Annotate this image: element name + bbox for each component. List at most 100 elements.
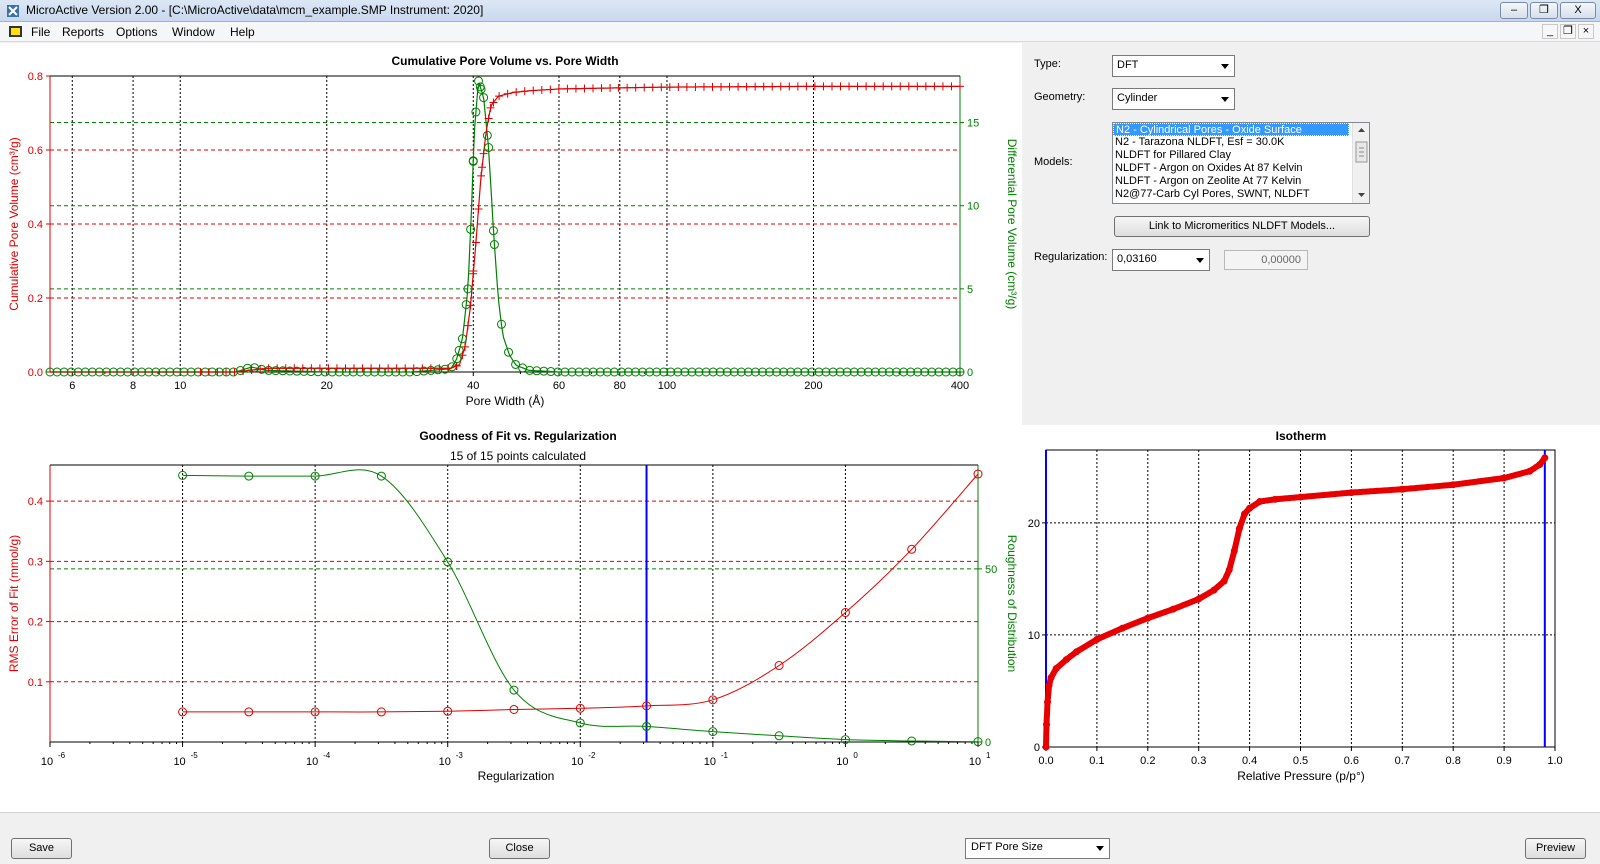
data-point-marker <box>580 84 589 93</box>
link-nldft-models-button[interactable]: Link to Micromeritics NLDFT Models... <box>1114 216 1370 237</box>
data-point-marker <box>1042 743 1050 751</box>
regularization-value-field[interactable]: 0,00000 <box>1224 250 1308 270</box>
data-point-marker <box>785 82 794 91</box>
data-point-marker <box>1118 624 1126 632</box>
data-point-marker <box>802 82 811 91</box>
menu-file[interactable]: File <box>31 25 50 39</box>
geometry-select-value: Cylinder <box>1117 92 1158 104</box>
data-point-marker <box>529 86 538 95</box>
y2-axis-label: Differential Pore Volume (cm³/g) <box>1005 139 1019 310</box>
data-point-marker <box>717 82 726 91</box>
isotherm-chart-panel: Isotherm 0.0 0.1 0.2 0.3 0.4 0.5 0.6 0.7 0.8 0.9 1.… <box>1007 425 1600 812</box>
model-item[interactable]: N2 - Tarazona NLDFT, Esf = 30.0K <box>1113 136 1369 149</box>
x-axis-label: Pore Width (Å) <box>466 393 545 408</box>
data-point-marker <box>810 82 819 91</box>
data-point-marker <box>367 364 376 373</box>
mdi-close-button[interactable]: × <box>1578 24 1594 39</box>
mdi-minimize-button[interactable]: _ <box>1542 24 1558 39</box>
type-label: Type: <box>1034 58 1061 70</box>
x-tick-label: 0.4 <box>1242 755 1257 767</box>
data-point-marker <box>332 364 341 373</box>
document-icon[interactable] <box>9 26 22 37</box>
data-point-marker <box>751 82 760 91</box>
x-tick-label: 10 <box>836 756 848 768</box>
data-point-marker <box>1536 461 1544 469</box>
model-item[interactable]: N2@77-Carb Cyl Pores, SWNT, NLDFT <box>1113 188 1369 201</box>
geometry-select[interactable]: Cylinder <box>1112 88 1235 110</box>
pore-volume-chart: Cumulative Pore Volume vs. Pore Width 6 8 1… <box>7 54 1019 408</box>
models-listbox[interactable]: N2 - Cylindrical Pores - Oxide Surface N… <box>1112 122 1370 204</box>
data-point-marker <box>708 82 717 91</box>
x-tick-label: 0.2 <box>1140 755 1155 767</box>
close-window-button[interactable]: X <box>1560 2 1596 19</box>
model-item[interactable]: NLDFT - Argon on Oxides At 87 Kelvin <box>1113 162 1369 175</box>
x-tick-label: 0.9 <box>1496 755 1511 767</box>
data-point-marker <box>725 82 734 91</box>
data-point-marker <box>401 364 410 373</box>
y2-tick-label: 0 <box>985 737 991 749</box>
x-tick-label: 10 <box>173 756 185 768</box>
data-point-marker <box>870 82 879 91</box>
save-button[interactable]: Save <box>11 838 72 859</box>
data-point-marker <box>648 83 657 92</box>
app-icon <box>7 5 19 17</box>
data-point-marker <box>1093 635 1101 643</box>
data-point-marker <box>793 82 802 91</box>
data-point-marker <box>1230 547 1238 555</box>
menu-help[interactable]: Help <box>230 25 255 39</box>
regularization-select[interactable]: 0,03160 <box>1112 249 1210 271</box>
x-axis-label: Regularization <box>478 769 555 783</box>
y2-tick-label: 15 <box>967 118 979 130</box>
data-point-marker <box>1235 524 1243 532</box>
data-point-marker <box>1241 510 1249 518</box>
data-point-marker <box>887 82 896 91</box>
regularization-label: Regularization: <box>1034 251 1108 263</box>
y-tick-label: 0.4 <box>28 496 43 508</box>
data-point-marker <box>1195 595 1203 603</box>
data-point-marker <box>956 82 964 91</box>
data-point-marker <box>606 84 615 93</box>
data-point-marker <box>1398 485 1406 493</box>
x-tick-label: 0.0 <box>1038 755 1053 767</box>
mdi-restore-button[interactable]: ❐ <box>1560 24 1576 39</box>
x-tick-label: 60 <box>553 380 565 392</box>
data-point-marker <box>196 368 205 376</box>
model-item[interactable]: N2 - Cylindrical Pores - Oxide Surface <box>1113 123 1349 136</box>
menu-options[interactable]: Options <box>116 25 157 39</box>
model-item[interactable]: NLDFT for Pillared Clay <box>1113 149 1369 162</box>
data-point-marker <box>474 204 483 213</box>
data-point-marker <box>554 84 563 93</box>
x-tick-label: 6 <box>69 380 75 392</box>
models-scrollbar[interactable] <box>1352 123 1369 203</box>
chevron-down-icon <box>1221 97 1229 102</box>
data-point-marker <box>742 82 751 91</box>
model-item[interactable]: NLDFT - Argon on Zeolite At 77 Kelvin <box>1113 175 1369 188</box>
data-point-marker <box>699 82 708 91</box>
data-point-marker <box>879 82 888 91</box>
data-point-marker <box>836 82 845 91</box>
close-button[interactable]: Close <box>489 838 550 859</box>
data-point-marker <box>597 84 606 93</box>
goodness-of-fit-chart: Goodness of Fit vs. Regularization 15 of … <box>7 429 1019 783</box>
data-point-marker <box>1169 605 1177 613</box>
menu-window[interactable]: Window <box>172 25 215 39</box>
data-point-marker <box>1347 489 1355 497</box>
type-select[interactable]: DFT <box>1112 55 1235 77</box>
menu-bar: File Reports Options Window Help <box>0 22 1600 42</box>
menu-reports[interactable]: Reports <box>62 25 104 39</box>
data-point-marker <box>315 364 324 373</box>
data-point-marker <box>1297 493 1304 501</box>
data-point-marker <box>537 86 546 95</box>
restore-button[interactable]: ❐ <box>1530 2 1558 19</box>
report-select[interactable]: DFT Pore Size <box>965 838 1110 859</box>
chart-title: Isotherm <box>1276 429 1327 443</box>
window-title: MicroActive Version 2.00 - [C:\MicroActi… <box>26 3 484 17</box>
minimize-button[interactable]: – <box>1500 2 1528 19</box>
preview-button[interactable]: Preview <box>1525 838 1586 859</box>
x-tick-label: 0.1 <box>1089 755 1104 767</box>
data-point-marker <box>904 82 913 91</box>
chart-title: Cumulative Pore Volume vs. Pore Width <box>391 54 618 68</box>
type-select-value: DFT <box>1117 59 1139 71</box>
regularization-select-value: 0,03160 <box>1117 253 1157 265</box>
geometry-label: Geometry: <box>1034 91 1086 103</box>
